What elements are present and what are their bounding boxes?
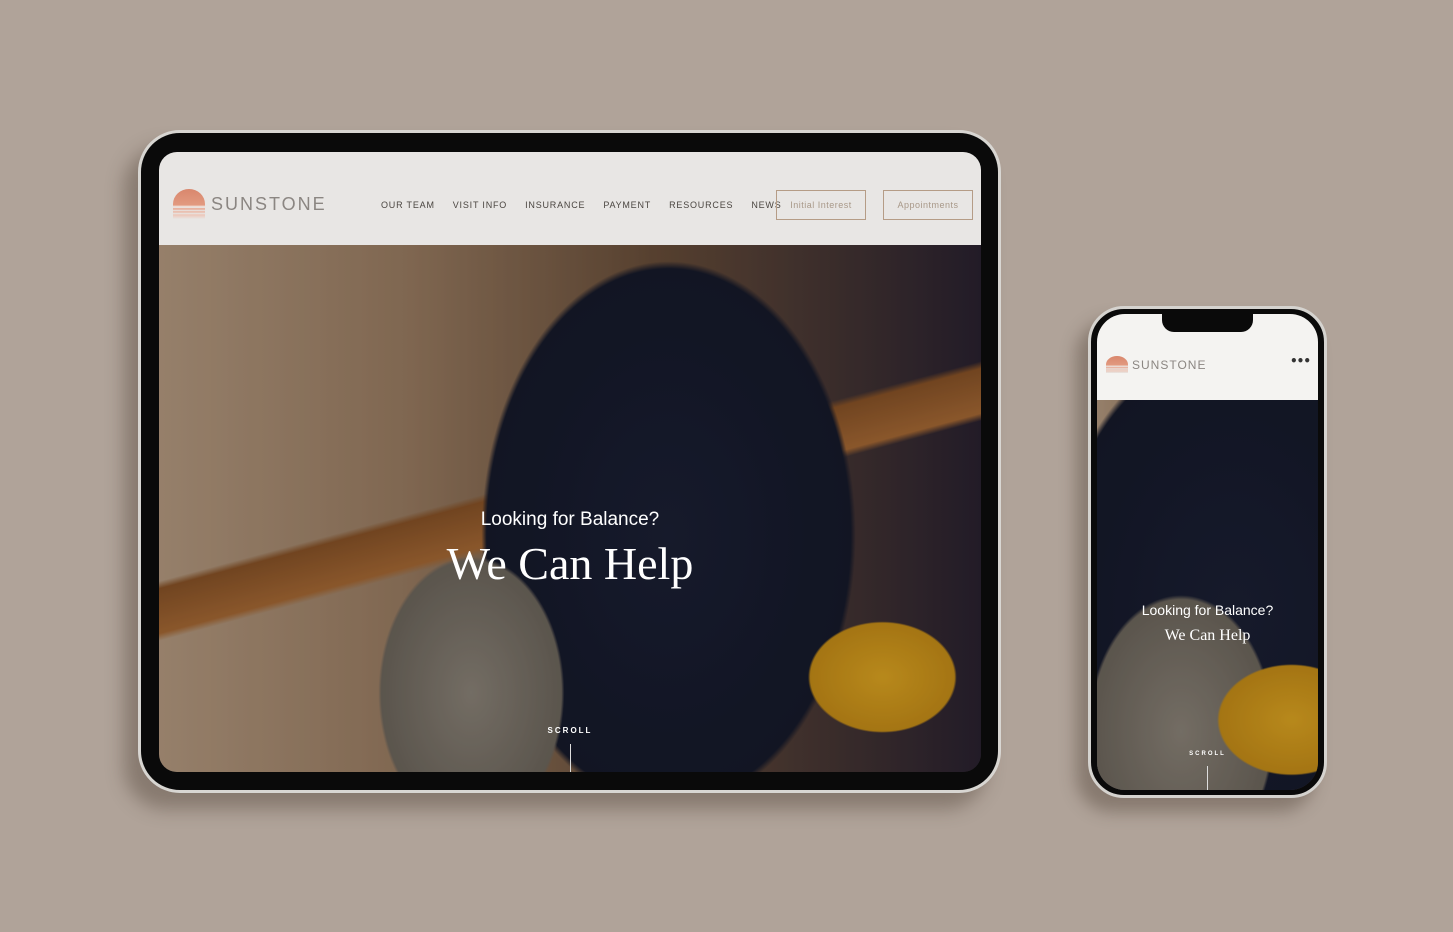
phone-screen: SUNSTONE ••• Looking for Balance? We Can… [1097,314,1318,790]
mobile-scroll-line [1207,766,1208,790]
initial-interest-button[interactable]: Initial Interest [776,190,866,220]
nav-our-team[interactable]: OUR TEAM [381,200,435,210]
mobile-logo-text: SUNSTONE [1132,357,1207,372]
nav-resources[interactable]: RESOURCES [669,200,733,210]
scroll-line [570,744,571,772]
scroll-label[interactable]: SCROLL [159,726,981,735]
hero-headline: We Can Help [446,538,694,589]
phone-notch [1162,314,1253,332]
logo[interactable]: SUNSTONE [173,189,327,219]
appointments-button[interactable]: Appointments [883,190,973,220]
mobile-hero-headline: We Can Help [1164,627,1251,644]
nav-insurance[interactable]: INSURANCE [525,200,585,210]
mobile-hero-text: Looking for Balance? We Can Help [1097,602,1318,645]
mobile-hero-kicker: Looking for Balance? [1141,602,1274,618]
nav-visit-info[interactable]: VISIT INFO [453,200,507,210]
phone-device: SUNSTONE ••• Looking for Balance? We Can… [1088,306,1327,798]
sun-logo-icon [173,189,205,219]
logo-text: SUNSTONE [211,193,327,214]
site-header: SUNSTONE OUR TEAM VISIT INFO INSURANCE P… [159,152,981,245]
ellipsis-icon[interactable]: ••• [1290,354,1311,368]
tablet-screen: SUNSTONE OUR TEAM VISIT INFO INSURANCE P… [159,152,981,772]
nav-payment[interactable]: PAYMENT [603,200,651,210]
mobile-hero-photo [1097,400,1318,790]
hero-text: Looking for Balance? We Can Help [159,509,981,590]
hero-kicker: Looking for Balance? [480,509,660,530]
mobile-logo[interactable]: SUNSTONE [1106,356,1206,373]
tablet-device: SUNSTONE OUR TEAM VISIT INFO INSURANCE P… [138,130,1001,793]
sun-logo-icon [1106,356,1128,373]
main-nav: OUR TEAM VISIT INFO INSURANCE PAYMENT RE… [381,200,782,210]
mobile-scroll-label[interactable]: SCROLL [1097,751,1318,757]
